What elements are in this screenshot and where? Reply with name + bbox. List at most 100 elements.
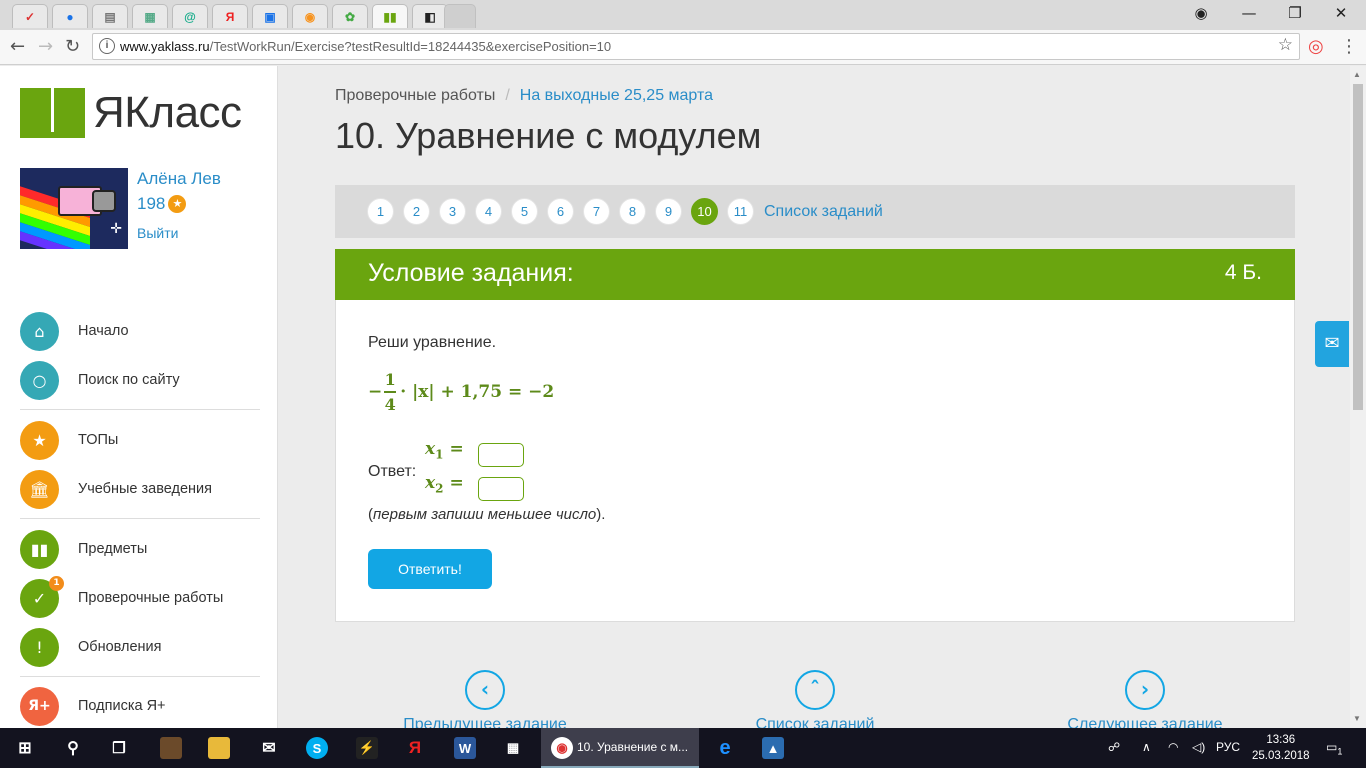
task-number-8[interactable]: 8 [619, 198, 646, 225]
sidebar-item-label: Поиск по сайту [78, 372, 180, 388]
sidebar-item-subscription[interactable]: Я+ Подписка Я+ [20, 686, 166, 726]
book-logo-icon [20, 88, 85, 138]
prev-task-nav[interactable]: ‹ Предыдущее задание [400, 670, 570, 728]
tab-favicon-yandex[interactable]: Я [212, 4, 248, 28]
site-info-icon[interactable]: i [99, 38, 115, 54]
star-icon: ★ [20, 420, 59, 460]
task-list-label[interactable]: Список заданий [750, 716, 880, 728]
minimize-icon[interactable]: — [1238, 4, 1260, 22]
sidebar-item-search[interactable]: ○ Поиск по сайту [20, 360, 180, 400]
tab-favicon-ok[interactable]: ◉ [292, 4, 328, 28]
word-icon[interactable]: W [454, 737, 476, 759]
people-icon[interactable]: ☍ [1108, 740, 1120, 754]
breadcrumb-root[interactable]: Проверочные работы [335, 87, 495, 104]
user-score[interactable]: 198 ★ [137, 194, 187, 214]
taskbar-active-chrome[interactable]: ◉ 10. Уравнение с м... [541, 728, 699, 768]
sidebar-item-subjects[interactable]: ▮▮ Предметы [20, 529, 147, 569]
page-scrollbar[interactable]: ▲ ▼ [1350, 66, 1366, 728]
bookmark-star-icon[interactable]: ☆ [1278, 35, 1293, 55]
x2-answer-input[interactable] [478, 477, 524, 501]
feedback-mail-icon[interactable]: ✉ [1315, 321, 1349, 367]
avatar[interactable]: ✛ [20, 168, 128, 249]
sidebar: ЯКласс ✛ Алёна Лев 198 ★ Выйти ⌂ Начало ○… [0, 66, 278, 728]
task-number-5[interactable]: 5 [511, 198, 538, 225]
answer-label: Ответ: [368, 463, 417, 480]
task-number-9[interactable]: 9 [655, 198, 682, 225]
windows-start-icon[interactable]: ⊞ [14, 737, 36, 759]
task-number-3[interactable]: 3 [439, 198, 466, 225]
yandex-browser-icon[interactable]: Я [404, 737, 426, 759]
close-icon[interactable]: ✕ [1330, 4, 1352, 22]
user-name[interactable]: Алёна Лев [137, 169, 221, 189]
next-task-label[interactable]: Следующее задание [1065, 716, 1225, 728]
notifications-icon[interactable]: ▭1 [1326, 740, 1342, 756]
new-tab-button[interactable] [444, 4, 476, 28]
sidebar-item-label: Предметы [78, 541, 148, 557]
file-explorer-icon[interactable] [208, 737, 230, 759]
tab-favicon-chat[interactable]: ▣ [252, 4, 288, 28]
task-list-link[interactable]: Список заданий [764, 203, 883, 221]
skype-icon[interactable]: S [306, 737, 328, 759]
task-number-2[interactable]: 2 [403, 198, 430, 225]
scrollbar-thumb[interactable] [1353, 84, 1363, 410]
task-body: Реши уравнение. − 1 4 · |x| + 1,75 = −2 … [335, 300, 1295, 622]
tab-favicon-mail[interactable]: @ [172, 4, 208, 28]
prev-task-label[interactable]: Предыдущее задание [400, 716, 570, 728]
tab-favicon-book[interactable]: ▤ [92, 4, 128, 28]
mail-icon[interactable]: ✉ [258, 737, 280, 759]
task-view-icon[interactable]: ❒ [108, 737, 130, 759]
tab-favicon-apps[interactable]: ✿ [332, 4, 368, 28]
sidebar-divider [20, 676, 260, 677]
sidebar-item-tops[interactable]: ★ ТОПы [20, 420, 118, 460]
sidebar-item-schools[interactable]: 🏛 Учебные заведения [20, 469, 212, 509]
back-icon[interactable]: ← [10, 36, 25, 57]
address-bar[interactable]: i www.yaklass.ru/TestWorkRun/Exercise?te… [92, 33, 1300, 60]
python-icon[interactable]: ⚡ [356, 737, 378, 759]
task-number-11[interactable]: 11 [727, 198, 754, 225]
tab-favicon-yaklass[interactable]: ▮▮ [372, 4, 408, 28]
chrome-menu-icon[interactable]: ⋮ [1340, 36, 1358, 57]
search-icon[interactable]: ⚲ [62, 737, 84, 759]
logout-link[interactable]: Выйти [137, 225, 178, 241]
url-text[interactable]: www.yaklass.ru/TestWorkRun/Exercise?test… [120, 39, 611, 54]
yaklass-logo[interactable]: ЯКласс [20, 88, 242, 138]
sidebar-item-home[interactable]: ⌂ Начало [20, 311, 129, 351]
extension-icon[interactable]: ◎ [1308, 36, 1324, 57]
scroll-up-icon[interactable]: ▲ [1353, 70, 1361, 79]
sidebar-item-updates[interactable]: ! Обновления [20, 627, 162, 667]
scroll-down-icon[interactable]: ▼ [1353, 714, 1361, 723]
tab-favicon-vivaldi[interactable]: ✓ [12, 4, 48, 28]
tab-favicon-other[interactable]: ◧ [412, 4, 448, 28]
store-icon[interactable]: ▦ [502, 737, 524, 759]
task-list-nav[interactable]: ˆ Список заданий [750, 670, 880, 728]
task-number-10-active[interactable]: 10 [691, 198, 718, 225]
language-indicator[interactable]: РУС [1216, 740, 1240, 754]
task-number-6[interactable]: 6 [547, 198, 574, 225]
breadcrumb-current-link[interactable]: На выходные 25,25 марта [520, 87, 713, 104]
page-viewport: ЯКласс ✛ Алёна Лев 198 ★ Выйти ⌂ Начало ○… [0, 66, 1350, 728]
book-icon: ▮▮ [20, 529, 59, 569]
minecraft-icon[interactable] [160, 737, 182, 759]
task-points: 4 Б. [1224, 261, 1262, 284]
profile-icon[interactable]: ◉ [1190, 4, 1212, 22]
task-number-1[interactable]: 1 [367, 198, 394, 225]
x2-label: x2 = [425, 473, 464, 496]
next-task-nav[interactable]: › Следующее задание [1065, 670, 1225, 728]
tab-favicon-doc[interactable]: ▦ [132, 4, 168, 28]
submit-answer-button[interactable]: Ответить! [368, 549, 492, 589]
app-icon[interactable]: ▲ [762, 737, 784, 759]
task-number-4[interactable]: 4 [475, 198, 502, 225]
reload-icon[interactable]: ↻ [65, 36, 80, 57]
system-clock[interactable]: 13:36 25.03.2018 [1252, 732, 1310, 764]
restore-icon[interactable]: ❐ [1284, 4, 1306, 22]
fraction-denominator: 4 [384, 394, 396, 414]
volume-icon[interactable]: ◁) [1192, 740, 1205, 754]
forward-icon[interactable]: → [38, 36, 53, 57]
wifi-icon[interactable]: ◠ [1168, 740, 1178, 754]
tab-favicon-maps[interactable]: ● [52, 4, 88, 28]
edge-icon[interactable]: e [714, 737, 736, 759]
x1-answer-input[interactable] [478, 443, 524, 467]
sidebar-item-tests[interactable]: ✓ 1 Проверочные работы [20, 575, 223, 618]
task-number-7[interactable]: 7 [583, 198, 610, 225]
tray-expand-icon[interactable]: ∧ [1142, 740, 1151, 754]
